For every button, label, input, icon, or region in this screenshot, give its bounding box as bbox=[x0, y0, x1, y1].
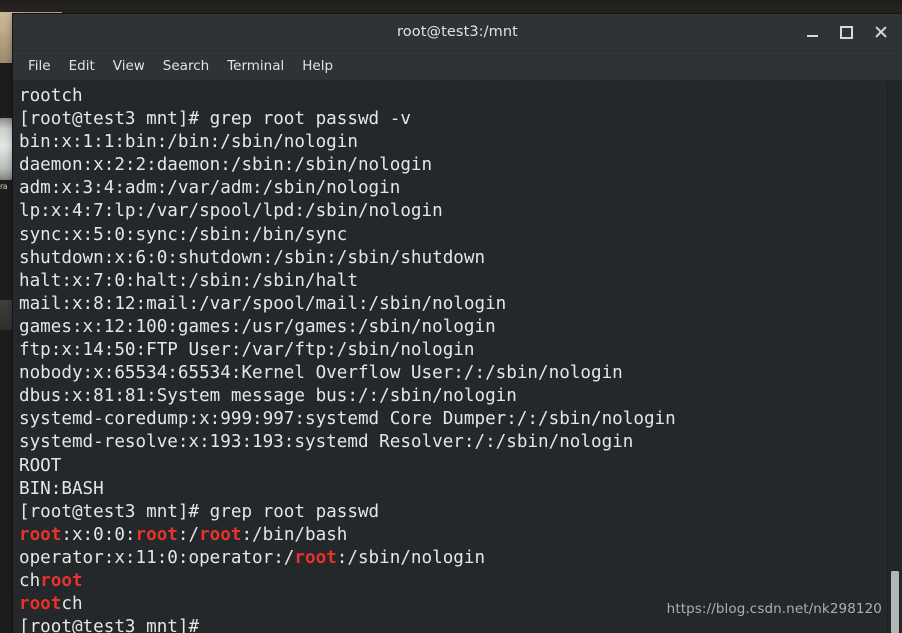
menu-item-edit[interactable]: Edit bbox=[60, 55, 104, 77]
maximize-icon bbox=[839, 25, 853, 39]
terminal-line: dbus:x:81:81:System message bus:/:/sbin/… bbox=[19, 385, 676, 408]
terminal-line: root:x:0:0:root:/root:/bin/bash bbox=[19, 524, 676, 547]
terminal-line: rootch bbox=[19, 85, 676, 108]
terminal-line: chroot bbox=[19, 570, 676, 593]
terminal-text: operator:x:11:0:operator:/ bbox=[19, 547, 295, 568]
grep-match: root bbox=[40, 570, 83, 591]
watermark-text: https://blog.csdn.net/nk298120 bbox=[666, 601, 882, 617]
menubar: File Edit View Search Terminal Help bbox=[13, 51, 902, 81]
close-button[interactable] bbox=[864, 17, 896, 47]
menu-item-view[interactable]: View bbox=[104, 55, 154, 77]
window-titlebar[interactable]: root@test3:/mnt bbox=[13, 14, 902, 51]
terminal-scrollbar[interactable] bbox=[887, 81, 902, 633]
menu-item-terminal[interactable]: Terminal bbox=[218, 55, 293, 77]
grep-match: root bbox=[135, 524, 178, 545]
maximize-button[interactable] bbox=[830, 17, 862, 47]
terminal-line: ftp:x:14:50:FTP User:/var/ftp:/sbin/nolo… bbox=[19, 339, 676, 362]
terminal-text: ch bbox=[19, 570, 41, 591]
terminal-window: root@test3:/mnt File Edit View Search Termin… bbox=[13, 14, 902, 633]
terminal-text: mail:x:8:12:mail:/var/spool/mail:/sbin/n… bbox=[19, 293, 507, 314]
terminal-text: dbus:x:81:81:System message bus:/:/sbin/… bbox=[19, 386, 517, 407]
window-controls bbox=[796, 14, 896, 50]
terminal-line: shutdown:x:6:0:shutdown:/sbin:/sbin/shut… bbox=[19, 247, 676, 270]
desktop-icon-trash[interactable] bbox=[0, 118, 13, 180]
terminal-text: :/ bbox=[177, 524, 200, 545]
terminal-line: daemon:x:2:2:daemon:/sbin:/sbin/nologin bbox=[19, 154, 676, 177]
menu-item-file[interactable]: File bbox=[19, 55, 60, 77]
terminal-text: ROOT bbox=[19, 455, 62, 476]
terminal-text: [root@test3 mnt]# grep root passwd bbox=[19, 501, 380, 522]
terminal-text: halt:x:7:0:halt:/sbin:/sbin/halt bbox=[19, 270, 358, 291]
terminal-line: games:x:12:100:games:/usr/games:/sbin/no… bbox=[19, 316, 676, 339]
terminal-line: BIN:BASH bbox=[19, 478, 676, 501]
terminal-screen[interactable]: rootch [root@test3 mnt]# grep root passwd… bbox=[13, 81, 676, 633]
window-title: root@test3:/mnt bbox=[397, 24, 518, 40]
scrollbar-thumb[interactable] bbox=[891, 571, 899, 633]
terminal-line: bin:x:1:1:bin:/bin:/sbin/nologin bbox=[19, 131, 676, 154]
terminal-line: [root@test3 mnt]# bbox=[19, 616, 676, 633]
terminal-line: lp:x:4:7:lp:/var/spool/lpd:/sbin/nologin bbox=[19, 200, 676, 223]
desktop-icon-folder[interactable] bbox=[0, 300, 12, 330]
terminal-text: ftp:x:14:50:FTP User:/var/ftp:/sbin/nolo… bbox=[19, 340, 475, 361]
terminal-text: [root@test3 mnt]# bbox=[19, 617, 200, 633]
desktop-top-panel bbox=[0, 0, 902, 13]
terminal-text: daemon:x:2:2:daemon:/sbin:/sbin/nologin bbox=[19, 155, 433, 176]
terminal-line: systemd-resolve:x:193:193:systemd Resolv… bbox=[19, 431, 676, 454]
desktop-icon-label: ra bbox=[0, 182, 8, 191]
minimize-icon bbox=[806, 34, 818, 37]
terminal-line: adm:x:3:4:adm:/var/adm:/sbin/nologin bbox=[19, 177, 676, 200]
close-icon bbox=[874, 26, 887, 39]
terminal-text: adm:x:3:4:adm:/var/adm:/sbin/nologin bbox=[19, 178, 401, 199]
terminal-line: sync:x:5:0:sync:/sbin:/bin/sync bbox=[19, 224, 676, 247]
terminal-text: :/bin/bash bbox=[241, 524, 348, 545]
terminal-text: rootch bbox=[19, 86, 83, 106]
terminal-line: mail:x:8:12:mail:/var/spool/mail:/sbin/n… bbox=[19, 293, 676, 316]
terminal-text: games:x:12:100:games:/usr/games:/sbin/no… bbox=[19, 316, 496, 337]
terminal-text: :/sbin/nologin bbox=[336, 547, 486, 568]
terminal-line: nobody:x:65534:65534:Kernel Overflow Use… bbox=[19, 362, 676, 385]
terminal-text: bin:x:1:1:bin:/bin:/sbin/nologin bbox=[19, 132, 358, 153]
terminal-text: systemd-coredump:x:999:997:systemd Core … bbox=[19, 409, 676, 430]
terminal-line: operator:x:11:0:operator:/root:/sbin/nol… bbox=[19, 547, 676, 570]
terminal-text: ch bbox=[61, 594, 83, 615]
terminal-text: shutdown:x:6:0:shutdown:/sbin:/sbin/shut… bbox=[19, 247, 486, 268]
terminal-line: systemd-coredump:x:999:997:systemd Core … bbox=[19, 408, 676, 431]
terminal-text: nobody:x:65534:65534:Kernel Overflow Use… bbox=[19, 363, 623, 384]
terminal-line: [root@test3 mnt]# grep root passwd bbox=[19, 501, 676, 524]
terminal-text: BIN:BASH bbox=[19, 478, 104, 499]
terminal-text: sync:x:5:0:sync:/sbin:/bin/sync bbox=[19, 224, 348, 245]
terminal-line: [root@test3 mnt]# grep root passwd -v bbox=[19, 108, 676, 131]
terminal-line: ROOT bbox=[19, 455, 676, 478]
terminal-line: halt:x:7:0:halt:/sbin:/sbin/halt bbox=[19, 270, 676, 293]
menu-item-search[interactable]: Search bbox=[154, 55, 218, 77]
terminal-body[interactable]: rootch [root@test3 mnt]# grep root passwd… bbox=[13, 81, 902, 633]
terminal-text: systemd-resolve:x:193:193:systemd Resolv… bbox=[19, 432, 634, 453]
grep-match: root bbox=[294, 547, 337, 568]
terminal-text: lp:x:4:7:lp:/var/spool/lpd:/sbin/nologin bbox=[19, 201, 443, 222]
grep-match: root bbox=[199, 524, 242, 545]
terminal-text: [root@test3 mnt]# grep root passwd -v bbox=[19, 109, 411, 130]
minimize-button[interactable] bbox=[796, 17, 828, 47]
grep-match: root bbox=[19, 594, 62, 615]
terminal-text: :x:0:0: bbox=[61, 524, 136, 545]
grep-match: root bbox=[19, 524, 62, 545]
menu-item-help[interactable]: Help bbox=[293, 55, 342, 77]
terminal-line: rootch bbox=[19, 593, 676, 616]
